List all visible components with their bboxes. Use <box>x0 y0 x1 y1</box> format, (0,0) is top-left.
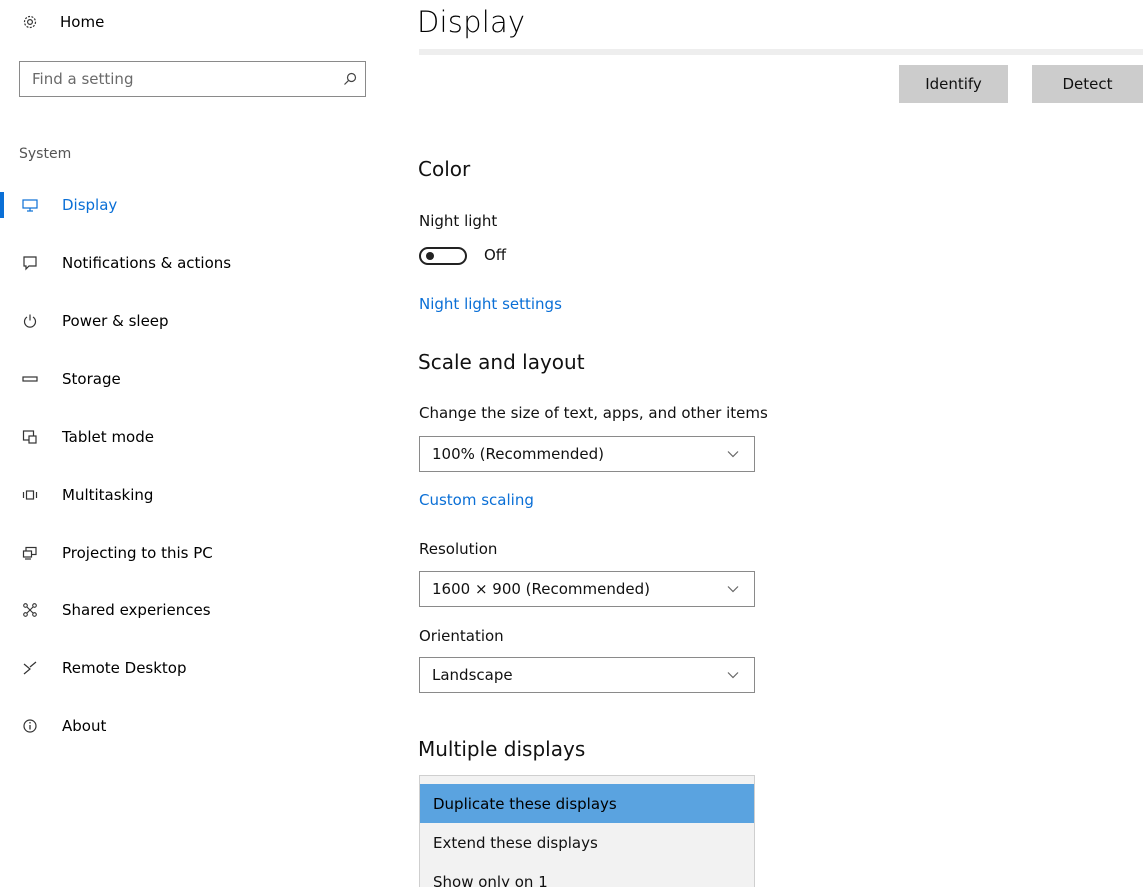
sidebar-item-label: Remote Desktop <box>62 659 187 677</box>
search-icon[interactable] <box>335 62 365 96</box>
info-icon <box>20 716 40 736</box>
sidebar-item-storage[interactable]: Storage <box>0 365 380 393</box>
sidebar-item-tablet-mode[interactable]: Tablet mode <box>0 423 380 451</box>
sidebar-item-label: About <box>62 717 107 735</box>
chevron-down-icon <box>726 447 740 461</box>
resolution-dropdown[interactable]: 1600 × 900 (Recommended) <box>419 571 755 607</box>
search-box[interactable] <box>19 61 366 97</box>
orientation-dropdown-value: Landscape <box>432 666 513 684</box>
sidebar-item-label: Projecting to this PC <box>62 544 213 562</box>
sidebar-item-label: Power & sleep <box>62 312 169 330</box>
sidebar-item-label: Notifications & actions <box>62 254 232 272</box>
chevron-down-icon <box>726 668 740 682</box>
monitor-icon <box>20 195 40 215</box>
sidebar-item-shared-experiences[interactable]: Shared experiences <box>0 596 380 624</box>
notification-icon <box>20 253 40 273</box>
size-label: Change the size of text, apps, and other… <box>419 404 768 422</box>
sidebar-item-projecting[interactable]: Projecting to this PC <box>0 539 380 567</box>
night-light-label: Night light <box>419 212 498 230</box>
storage-icon <box>20 369 40 389</box>
home-label: Home <box>60 13 105 31</box>
page-title: Display <box>417 5 526 39</box>
identify-button[interactable]: Identify <box>899 65 1008 103</box>
sidebar-item-about[interactable]: About <box>0 712 380 740</box>
home-link[interactable]: Home <box>22 10 104 34</box>
orientation-dropdown[interactable]: Landscape <box>419 657 755 693</box>
sidebar-item-display[interactable]: Display <box>0 191 380 219</box>
scale-dropdown[interactable]: 100% (Recommended) <box>419 436 755 472</box>
sidebar-item-power-sleep[interactable]: Power & sleep <box>0 307 380 335</box>
sidebar-item-multitasking[interactable]: Multitasking <box>0 481 380 509</box>
orientation-label: Orientation <box>419 627 504 645</box>
sidebar-item-remote-desktop[interactable]: Remote Desktop <box>0 654 380 682</box>
scale-dropdown-value: 100% (Recommended) <box>432 445 604 463</box>
sidebar-item-notifications[interactable]: Notifications & actions <box>0 249 380 277</box>
scale-layout-heading: Scale and layout <box>418 350 585 374</box>
detect-button[interactable]: Detect <box>1032 65 1143 103</box>
monitor-arrangement-area[interactable] <box>419 49 1143 55</box>
sidebar-item-label: Shared experiences <box>62 601 211 619</box>
toggle-knob <box>426 252 434 260</box>
chevron-down-icon <box>726 582 740 596</box>
option-show-only-on-1[interactable]: Show only on 1 <box>420 862 754 887</box>
sidebar-item-label: Multitasking <box>62 486 154 504</box>
selection-indicator <box>0 192 4 218</box>
shared-experiences-icon <box>20 600 40 620</box>
multiple-displays-list[interactable]: Duplicate these displays Extend these di… <box>419 775 755 887</box>
search-input[interactable] <box>20 62 335 96</box>
projecting-icon <box>20 543 40 563</box>
option-extend-displays[interactable]: Extend these displays <box>420 823 754 862</box>
sidebar-item-label: Display <box>62 196 118 214</box>
tablet-mode-icon <box>20 427 40 447</box>
resolution-dropdown-value: 1600 × 900 (Recommended) <box>432 580 651 598</box>
color-heading: Color <box>418 157 471 181</box>
multitasking-icon <box>20 485 40 505</box>
resolution-label: Resolution <box>419 540 498 558</box>
gear-icon <box>22 14 38 30</box>
toggle-track <box>419 247 467 265</box>
multiple-displays-heading: Multiple displays <box>418 737 586 761</box>
option-duplicate-displays[interactable]: Duplicate these displays <box>420 784 754 823</box>
section-label-system: System <box>19 146 72 162</box>
power-icon <box>20 311 40 331</box>
night-light-state: Off <box>484 246 507 264</box>
remote-desktop-icon <box>20 658 40 678</box>
sidebar-item-label: Tablet mode <box>62 428 154 446</box>
custom-scaling-link[interactable]: Custom scaling <box>419 491 534 509</box>
night-light-toggle[interactable] <box>419 245 471 267</box>
sidebar-item-label: Storage <box>62 370 121 388</box>
night-light-settings-link[interactable]: Night light settings <box>419 295 562 313</box>
